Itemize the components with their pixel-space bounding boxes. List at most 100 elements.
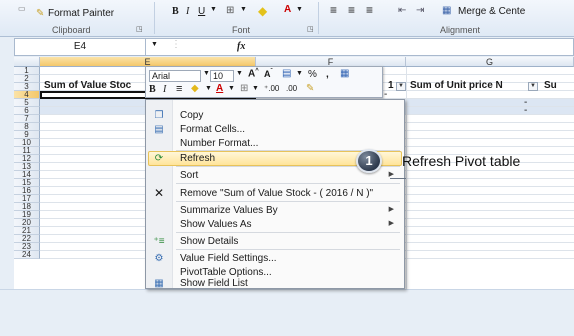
merge-icon: ▦ [442,5,452,16]
formula-bar-handle-icon[interactable]: ⋮ [171,39,181,50]
menu-item-label: Number Format... [180,138,259,149]
borders-dropdown-icon[interactable]: ▼ [240,6,247,13]
mini-fill-dropdown-icon[interactable]: ▼ [205,85,212,92]
font-name-dropdown-icon[interactable]: ▼ [203,70,210,77]
submenu-arrow-icon: ▶ [388,220,394,227]
mini-italic-button[interactable]: I [163,84,166,95]
font-color-dropdown-icon[interactable]: ▼ [296,6,303,13]
clipboard-group-label: Clipboard [52,25,91,35]
menu-item-label: Sort [180,170,199,181]
increase-decimal-icon[interactable]: ⁺.00 [264,84,279,93]
menu-item-show-details[interactable]: ⁺≡ Show Details [146,234,404,249]
decrease-indent-icon[interactable]: ⇤ [398,5,406,16]
format-painter-button[interactable]: Format Painter [48,8,114,19]
submenu-arrow-icon: ▶ [388,206,394,213]
underline-button[interactable]: U [198,6,205,17]
font-launcher-icon[interactable]: ◳ [307,25,314,33]
format-painter-mini-icon[interactable]: ▦ [340,68,349,79]
menu-item-label: Show Field List [180,278,248,289]
show-details-icon: ⁺≡ [153,236,165,247]
callout-text: Refresh Pivot table [402,153,521,169]
submenu-arrow-icon: ▶ [388,171,394,178]
mini-bold-button[interactable]: B [149,84,156,95]
bottom-area [0,289,574,336]
cell-e3[interactable]: Sum of Value Stoc [44,80,131,92]
value-field-settings-icon: ⚙ [154,253,164,264]
mini-center-icon[interactable]: ≡ [176,83,182,95]
merge-center-button[interactable]: Merge & Cente [458,6,525,17]
insert-function-button[interactable]: fx [237,39,245,55]
clipboard-launcher-icon[interactable]: ◳ [136,25,143,33]
menu-item-label: Refresh [180,153,216,164]
menu-item-show-field-list[interactable]: ▦ Show Field List [146,276,404,291]
paste-icon[interactable]: ▭ [18,4,26,13]
mini-fill-color-icon[interactable]: ◆ [191,83,199,94]
menu-item-label: Show Values As [180,219,252,230]
column-header-g[interactable]: G [406,57,574,67]
cell-g3[interactable]: Sum of Unit price N [410,80,503,92]
ribbon-separator [154,2,155,34]
column-divider [406,67,407,289]
mini-borders-dropdown-icon[interactable]: ▼ [252,85,259,92]
fill-color-icon[interactable]: ◆ [258,4,267,18]
callout-underline [390,178,406,179]
menu-item-label: Remove "Sum of Value Stock - ( 2016 / N … [180,188,374,199]
filter-dropdown-icon[interactable]: ▼ [396,82,406,91]
accounting-format-icon[interactable]: ▤ [282,68,291,79]
increase-indent-icon[interactable]: ⇥ [416,5,424,16]
grow-font-icon[interactable]: A^ [248,68,259,79]
font-size-box[interactable]: 10 [210,70,234,82]
font-name-box[interactable]: Arial [149,70,201,82]
format-painter-icon: ✎ [36,8,45,19]
menu-item-summarize-values-by[interactable]: Summarize Values By ▶ [146,203,404,218]
ribbon: ▭ ✎ Format Painter B I U ▼ ⊞ ▼ ◆ A ▼ ≡ ≡… [0,0,574,37]
cell-f3-fragment[interactable]: 1 [388,80,394,92]
format-cells-icon: ▤ [154,124,164,135]
font-group-label: Font [232,25,251,35]
menu-item-value-field-settings[interactable]: ⚙ Value Field Settings... [146,251,404,266]
menu-item-label: Copy [180,110,204,121]
menu-item-label: Value Field Settings... [180,253,277,264]
bold-button[interactable]: B [172,6,179,17]
cell-h3[interactable]: Su [544,80,557,92]
refresh-icon: ⟳ [154,153,164,164]
menu-item-format-cells[interactable]: ▤ Format Cells... [146,122,404,137]
filter-dropdown-icon[interactable]: ▼ [528,82,538,91]
mini-font-color-icon[interactable]: A [216,83,223,94]
mini-toolbar: Arial ▼ 10 ▼ A^ Aˇ ▤ ▼ % , ▦ B I ≡ ◆ ▼ A… [145,66,383,98]
name-box-dropdown-icon[interactable]: ▼ [151,41,158,48]
decrease-decimal-icon[interactable]: .00 [286,84,297,93]
menu-item-remove[interactable]: ✕ Remove "Sum of Value Stock - ( 2016 / … [146,186,404,201]
underline-dropdown-icon[interactable]: ▼ [210,6,217,13]
menu-separator [176,249,400,250]
comma-style-button[interactable]: , [326,69,329,80]
align-left-icon[interactable]: ≡ [330,3,337,17]
italic-button[interactable]: I [186,6,189,17]
font-size-dropdown-icon[interactable]: ▼ [236,70,243,77]
field-list-icon: ▦ [154,278,164,289]
accounting-dropdown-icon[interactable]: ▼ [296,70,303,77]
callout-number-badge: 1 [356,149,382,173]
row-header[interactable]: 24 [14,251,40,259]
mini-brush-icon[interactable]: ✎ [306,83,314,94]
context-menu: ❐ Copy ▤ Format Cells... Number Format..… [145,99,405,289]
menu-separator [176,201,400,202]
menu-separator [176,232,400,233]
mini-borders-icon[interactable]: ⊞ [240,83,248,94]
menu-separator [176,183,400,184]
shrink-font-icon[interactable]: Aˇ [264,69,273,79]
font-color-icon[interactable]: A [284,4,291,15]
menu-item-label: Summarize Values By [180,205,278,216]
copy-icon: ❐ [154,110,164,121]
mini-font-color-dropdown-icon[interactable]: ▼ [228,85,235,92]
align-right-icon[interactable]: ≡ [366,3,373,17]
menu-item-show-values-as[interactable]: Show Values As ▶ [146,217,404,232]
menu-item-copy[interactable]: ❐ Copy [146,108,404,123]
cell-value[interactable]: - [524,105,527,117]
percent-style-button[interactable]: % [308,69,317,80]
name-box[interactable]: E4 [15,39,146,55]
formula-bar: E4 ▼ ⋮ fx [14,38,574,56]
align-center-icon[interactable]: ≡ [348,3,355,17]
borders-icon[interactable]: ⊞ [226,5,234,16]
menu-item-label: Format Cells... [180,124,246,135]
